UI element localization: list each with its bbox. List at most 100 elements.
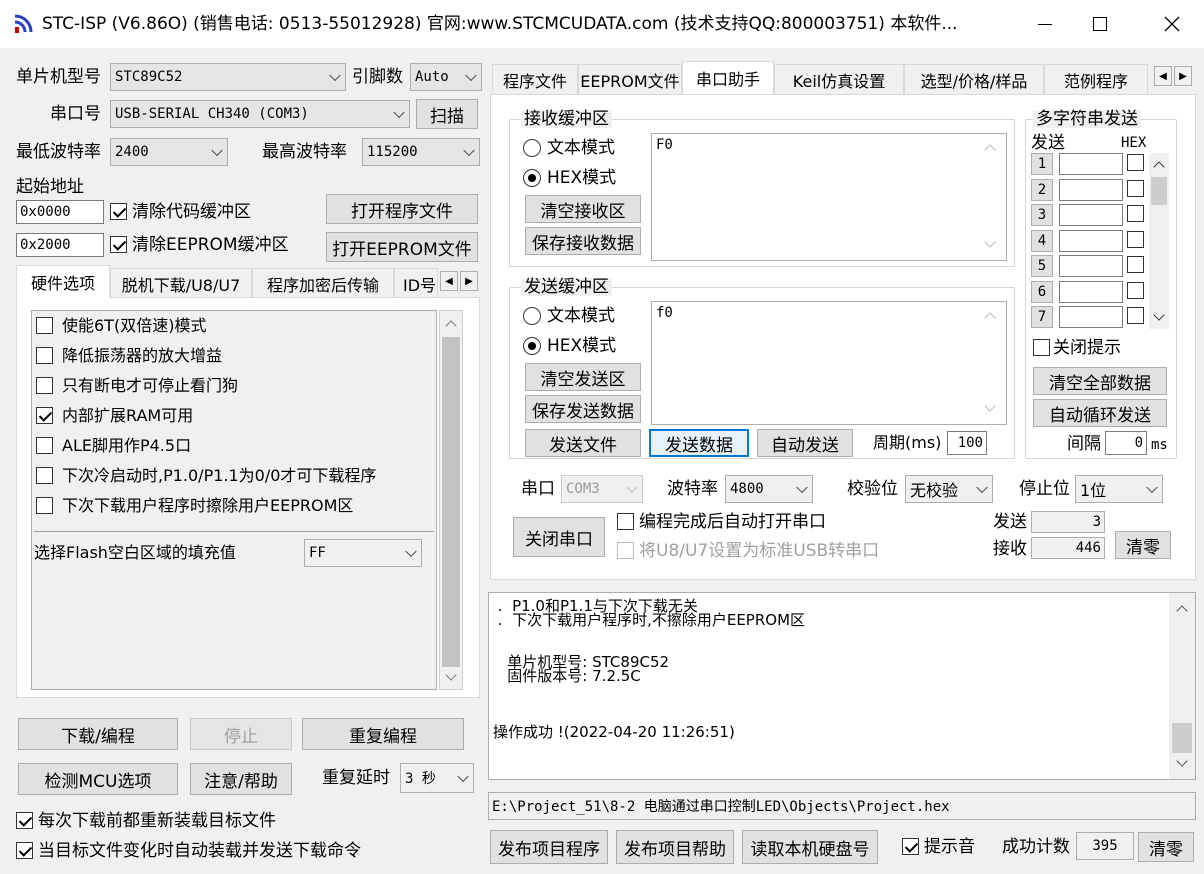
option-checkbox[interactable] (36, 317, 53, 334)
sound-checkbox[interactable] (902, 838, 919, 855)
read-disk-button[interactable]: 读取本机硬盘号 (742, 830, 878, 864)
min-baud-select[interactable]: 2400 (110, 138, 228, 166)
usb-serial-checkbox[interactable] (617, 542, 634, 559)
log-output[interactable]: . P1.0和P1.1与下次下载无关 . 下次下载用户程序时,不擦除用户EEPR… (488, 592, 1196, 780)
tab-program-file[interactable]: 程序文件 (492, 64, 578, 94)
baud-select[interactable]: 4800 (725, 475, 813, 503)
multi-hex-checkbox[interactable] (1127, 154, 1144, 171)
multi-hex-checkbox[interactable] (1127, 205, 1144, 222)
option-checkbox[interactable] (36, 407, 53, 424)
save-receive-button[interactable]: 保存接收数据 (525, 227, 641, 255)
help-button[interactable]: 注意/帮助 (190, 763, 292, 795)
multi-send-row-button[interactable]: 7 (1031, 306, 1053, 328)
scroll-down-icon[interactable] (1153, 309, 1165, 321)
multi-send-row-button[interactable]: 2 (1031, 178, 1053, 201)
multi-string-input[interactable] (1059, 280, 1123, 303)
scroll-down-icon[interactable] (1176, 755, 1188, 767)
tab-eeprom-file[interactable]: EEPROM文件 (578, 64, 682, 94)
stop-bits-select[interactable]: 1位 (1075, 475, 1163, 503)
send-textarea[interactable]: f0 (651, 301, 1007, 425)
parity-select[interactable]: 无校验 (905, 475, 993, 503)
eeprom-addr-input[interactable]: 0x2000 (16, 233, 104, 257)
publish-help-button[interactable]: 发布项目帮助 (616, 830, 734, 864)
tab-encrypted-transfer[interactable]: 程序加密后传输 (252, 268, 394, 298)
open-program-button[interactable]: 打开程序文件 (326, 194, 478, 224)
multi-send-row-button[interactable]: 3 (1031, 204, 1053, 226)
multi-send-row-button[interactable]: 5 (1031, 255, 1053, 277)
multi-scroll-thumb[interactable] (1151, 177, 1167, 205)
scroll-down-icon[interactable] (984, 400, 996, 412)
tab-id[interactable]: ID号 (394, 268, 438, 298)
clear-eeprom-checkbox[interactable] (110, 236, 127, 253)
tab-offline-download[interactable]: 脱机下载/U8/U7 (110, 268, 252, 298)
close-button[interactable] (1140, 0, 1204, 48)
tab-scroll-right-button[interactable]: ▶ (460, 271, 478, 291)
download-button[interactable]: 下载/编程 (18, 718, 178, 750)
tab-selection-price[interactable]: 选型/价格/样品 (904, 64, 1044, 94)
right-tab-scroll-right-button[interactable]: ▶ (1174, 66, 1192, 86)
receive-text-mode-radio[interactable] (523, 139, 541, 157)
multi-hex-checkbox[interactable] (1127, 281, 1144, 299)
scan-button[interactable]: 扫描 (416, 99, 478, 129)
start-addr-input[interactable]: 0x0000 (16, 200, 104, 224)
flash-fill-select[interactable]: FF (304, 539, 422, 567)
clear-all-button[interactable]: 清空全部数据 (1033, 367, 1167, 395)
multi-string-input[interactable] (1059, 306, 1123, 328)
scroll-down-icon[interactable] (984, 236, 996, 248)
mcu-type-select[interactable]: STC89C52 (110, 63, 346, 91)
multi-hex-checkbox[interactable] (1127, 179, 1144, 197)
send-file-button[interactable]: 发送文件 (525, 429, 641, 457)
minimize-button[interactable] (1015, 0, 1075, 48)
send-data-button[interactable]: 发送数据 (649, 429, 749, 457)
pins-select[interactable]: Auto (410, 63, 482, 91)
tab-keil-debug[interactable]: Keil仿真设置 (774, 64, 904, 94)
auto-open-checkbox[interactable] (617, 513, 634, 530)
interval-input[interactable]: 0 (1105, 431, 1147, 455)
reload-checkbox[interactable] (16, 812, 33, 829)
reprogram-button[interactable]: 重复编程 (302, 718, 464, 750)
tab-examples[interactable]: 范例程序 (1044, 64, 1148, 94)
options-scrollbar[interactable] (439, 310, 463, 690)
tab-scroll-left-button[interactable]: ◀ (440, 271, 458, 291)
send-text-mode-radio[interactable] (523, 307, 541, 325)
detect-mcu-button[interactable]: 检测MCU选项 (18, 763, 178, 795)
close-tip-checkbox[interactable] (1033, 339, 1050, 356)
period-input[interactable]: 100 (947, 431, 987, 455)
option-checkbox[interactable] (36, 377, 53, 394)
option-checkbox[interactable] (36, 467, 53, 484)
autoload-checkbox[interactable] (16, 842, 33, 859)
multi-send-row-button[interactable]: 6 (1031, 280, 1053, 303)
log-scroll-thumb[interactable] (1172, 723, 1192, 753)
multi-hex-checkbox[interactable] (1127, 307, 1144, 324)
publish-program-button[interactable]: 发布项目程序 (490, 830, 608, 864)
multi-send-row-button[interactable]: 1 (1031, 153, 1053, 175)
option-checkbox[interactable] (36, 497, 53, 514)
scroll-up-icon[interactable] (445, 320, 457, 332)
scroll-up-icon[interactable] (1176, 605, 1188, 617)
open-eeprom-button[interactable]: 打开EEPROM文件 (326, 232, 478, 262)
option-checkbox[interactable] (36, 437, 53, 454)
save-send-button[interactable]: 保存发送数据 (525, 395, 641, 423)
options-scroll-thumb[interactable] (442, 337, 460, 667)
scroll-up-icon[interactable] (984, 312, 996, 324)
multi-hex-checkbox[interactable] (1127, 230, 1144, 248)
scroll-up-icon[interactable] (1153, 161, 1165, 173)
tab-hardware-options[interactable]: 硬件选项 (16, 265, 110, 298)
auto-send-button[interactable]: 自动发送 (757, 429, 853, 457)
scroll-up-icon[interactable] (984, 144, 996, 156)
close-port-button[interactable]: 关闭串口 (513, 517, 605, 557)
right-tab-scroll-left-button[interactable]: ◀ (1154, 66, 1172, 86)
tab-serial-assistant[interactable]: 串口助手 (682, 61, 774, 94)
multi-send-row-button[interactable]: 4 (1031, 229, 1053, 252)
clear-code-checkbox[interactable] (110, 203, 127, 220)
maximize-button[interactable] (1075, 0, 1125, 48)
clear-counter-button[interactable]: 清零 (1115, 531, 1171, 559)
receive-textarea[interactable]: F0 (651, 133, 1007, 261)
multi-string-input[interactable] (1059, 204, 1123, 226)
clear-receive-button[interactable]: 清空接收区 (525, 195, 641, 223)
send-hex-mode-radio[interactable] (523, 337, 541, 355)
log-scrollbar[interactable] (1169, 593, 1195, 779)
stop-button[interactable]: 停止 (190, 718, 292, 750)
serial-port-select[interactable]: COM3 (561, 475, 643, 503)
multi-scrollbar[interactable] (1149, 153, 1169, 329)
